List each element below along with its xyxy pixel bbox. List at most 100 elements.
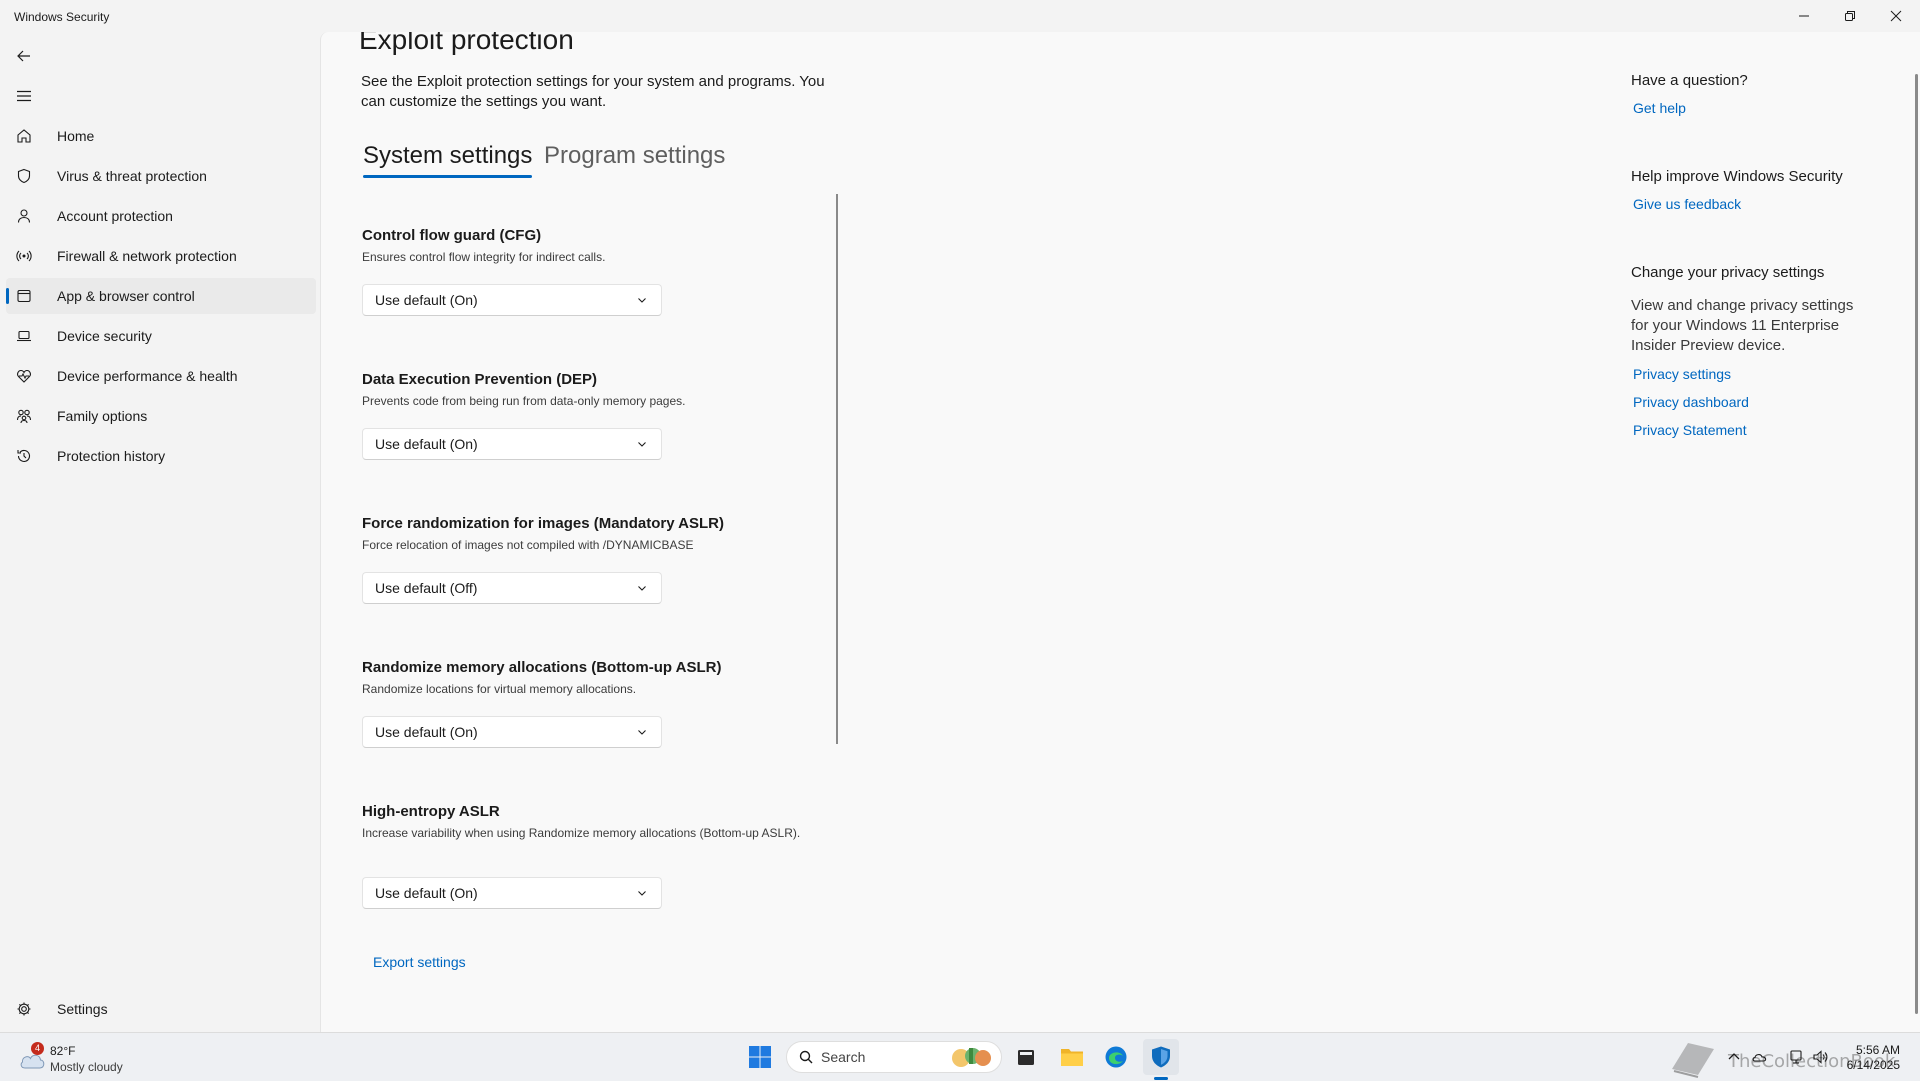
setting-bottom-up-aslr: Randomize memory allocations (Bottom-up …	[362, 659, 842, 698]
dep-dropdown[interactable]: Use default (On)	[362, 428, 662, 460]
setting-description: Prevents code from being run from data-o…	[362, 394, 686, 408]
sidebar-item-label: Device performance & health	[57, 368, 238, 384]
sidebar-item-label: Home	[57, 128, 95, 144]
search-icon	[799, 1050, 813, 1064]
restore-icon	[1845, 11, 1855, 21]
title-bar: Windows Security	[0, 0, 1920, 32]
folder-icon	[1061, 1049, 1083, 1066]
dropdown-value: Use default (On)	[375, 724, 478, 740]
get-help-link[interactable]: Get help	[1633, 100, 1686, 116]
setting-description: Randomize locations for virtual memory a…	[362, 682, 637, 696]
gear-icon	[16, 1001, 32, 1017]
chevron-down-icon	[638, 298, 646, 303]
close-button[interactable]	[1873, 0, 1919, 32]
sidebar-item-home[interactable]: Home	[6, 118, 316, 154]
network-icon[interactable]	[1788, 1049, 1804, 1065]
edge-browser-button[interactable]	[1098, 1039, 1134, 1075]
sidebar: Home Virus & threat protection Account p…	[0, 32, 320, 1032]
chevron-down-icon	[638, 891, 646, 896]
setting-high-entropy-aslr: High-entropy ASLR Increase variability w…	[362, 803, 802, 842]
chevron-down-icon	[638, 586, 646, 591]
chevron-down-icon	[638, 442, 646, 447]
setting-title: Force randomization for images (Mandator…	[362, 515, 724, 532]
sidebar-item-virus-threat-protection[interactable]: Virus & threat protection	[6, 158, 316, 194]
restore-button[interactable]	[1827, 0, 1873, 32]
book-icon	[1672, 1043, 1714, 1078]
setting-title: Control flow guard (CFG)	[362, 227, 542, 244]
shield-icon	[16, 168, 32, 184]
windows-security-button[interactable]	[1143, 1039, 1179, 1075]
close-icon	[1890, 10, 1902, 22]
weather-widget[interactable]: 4 82°F Mostly cloudy	[18, 1037, 158, 1077]
volume-icon[interactable]	[1812, 1049, 1828, 1065]
sidebar-item-label: Account protection	[57, 208, 173, 224]
privacy-settings-link[interactable]: Privacy settings	[1633, 366, 1731, 382]
weather-temperature: 82°F	[50, 1044, 76, 1058]
back-button[interactable]	[12, 44, 36, 68]
laptop-icon	[16, 328, 32, 344]
setting-description: Force relocation of images not compiled …	[362, 538, 694, 552]
page-title: Exploit protection	[359, 32, 574, 55]
bottom-up-aslr-dropdown[interactable]: Use default (On)	[362, 716, 662, 748]
onedrive-cloud-icon[interactable]	[1752, 1049, 1768, 1065]
chevron-up-icon[interactable]	[1726, 1049, 1742, 1065]
sidebar-item-app-browser-control[interactable]: App & browser control	[6, 278, 316, 314]
family-icon	[16, 408, 32, 424]
sidebar-item-label: Settings	[57, 1001, 108, 1017]
give-feedback-link[interactable]: Give us feedback	[1633, 196, 1741, 212]
setting-description: Increase variability when using Randomiz…	[362, 826, 801, 840]
dropdown-value: Use default (On)	[375, 292, 478, 308]
system-clock[interactable]: 5:56 AM 6/14/2025	[1847, 1043, 1900, 1073]
taskbar: 4 82°F Mostly cloudy Search TheCollectio…	[0, 1032, 1920, 1081]
task-view-icon	[1018, 1050, 1034, 1065]
sidebar-item-settings[interactable]: Settings	[6, 991, 316, 1027]
sidebar-item-device-security[interactable]: Device security	[6, 318, 316, 354]
tab-system-settings[interactable]: System settings	[363, 142, 533, 178]
search-label: Search	[821, 1049, 866, 1065]
high-entropy-aslr-dropdown[interactable]: Use default (On)	[362, 877, 662, 909]
setting-title: Data Execution Prevention (DEP)	[362, 371, 598, 388]
tab-label: Program settings	[544, 142, 726, 169]
clock-date: 6/14/2025	[1846, 1058, 1900, 1072]
main-content: Exploit protection See the Exploit prote…	[320, 32, 1920, 1032]
minimize-icon	[1799, 15, 1809, 17]
chevron-down-icon	[638, 730, 646, 735]
mandatory-aslr-dropdown[interactable]: Use default (Off)	[362, 572, 662, 604]
sidebar-item-label: App & browser control	[57, 288, 195, 304]
menu-button[interactable]	[12, 84, 36, 108]
home-icon	[16, 128, 32, 144]
sidebar-item-protection-history[interactable]: Protection history	[6, 438, 316, 474]
weather-condition: Mostly cloudy	[50, 1060, 123, 1074]
windows-logo-icon	[749, 1046, 771, 1068]
heart-pulse-icon	[16, 368, 32, 384]
privacy-dashboard-link[interactable]: Privacy dashboard	[1633, 394, 1749, 410]
sidebar-item-label: Device security	[57, 328, 152, 344]
task-view-button[interactable]	[1008, 1039, 1044, 1075]
setting-mandatory-aslr: Force randomization for images (Mandator…	[362, 515, 842, 554]
edge-icon	[1105, 1046, 1127, 1068]
tab-label: System settings	[363, 142, 533, 169]
history-icon	[16, 448, 32, 464]
start-button[interactable]	[742, 1039, 778, 1075]
sidebar-item-firewall[interactable]: Firewall & network protection	[6, 238, 316, 274]
app-window-icon	[16, 288, 32, 304]
minimize-button[interactable]	[1781, 0, 1827, 32]
file-explorer-button[interactable]	[1054, 1039, 1090, 1075]
tab-program-settings[interactable]: Program settings	[544, 142, 725, 176]
sidebar-item-device-performance[interactable]: Device performance & health	[6, 358, 316, 394]
page-scrollbar[interactable]	[1915, 74, 1918, 1014]
antenna-icon	[16, 248, 32, 264]
selection-indicator	[6, 288, 9, 304]
export-settings-link[interactable]: Export settings	[373, 954, 466, 970]
dropdown-value: Use default (Off)	[375, 580, 478, 596]
sidebar-item-account-protection[interactable]: Account protection	[6, 198, 316, 234]
cfg-dropdown[interactable]: Use default (On)	[362, 284, 662, 316]
sidebar-item-label: Family options	[57, 408, 148, 424]
taskbar-search[interactable]: Search	[786, 1041, 1002, 1073]
sidebar-item-family-options[interactable]: Family options	[6, 398, 316, 434]
hamburger-icon	[17, 90, 31, 102]
back-arrow-icon	[17, 50, 30, 62]
privacy-statement-link[interactable]: Privacy Statement	[1633, 422, 1747, 438]
setting-title: Randomize memory allocations (Bottom-up …	[362, 659, 722, 676]
page-description: See the Exploit protection settings for …	[361, 73, 825, 110]
